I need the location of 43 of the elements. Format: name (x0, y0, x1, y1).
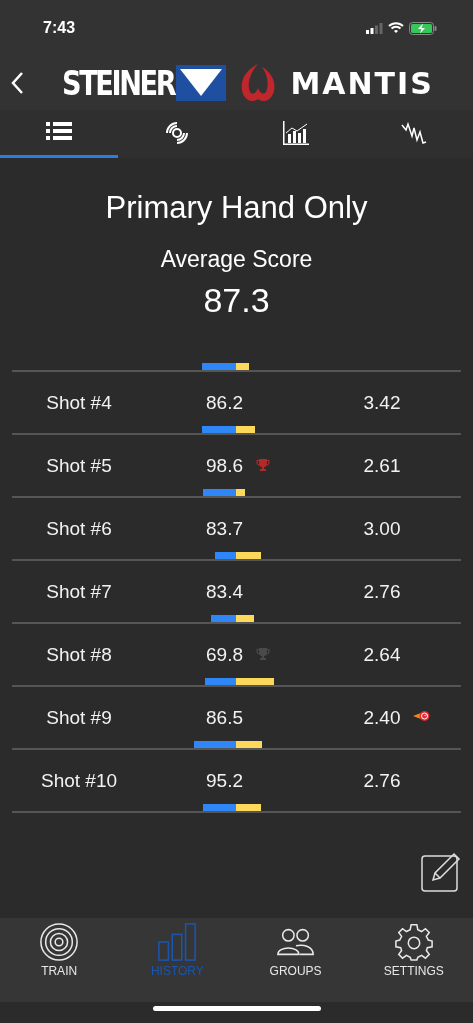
steiner-logo-icon (176, 65, 227, 101)
brand-name: STEINER (62, 63, 175, 103)
shot-name: Shot #8 (46, 644, 112, 666)
shot-name: Shot #5 (46, 455, 112, 477)
shot-time: 2.40 (363, 707, 401, 729)
back-icon[interactable] (10, 71, 24, 95)
trophy-icon (255, 647, 270, 661)
brand-name: MANTIS (290, 65, 434, 101)
shot-name: Shot #10 (40, 770, 118, 792)
shot-score: 98.6 (206, 455, 243, 477)
shot-score: 86.5 (206, 707, 243, 729)
shot-score: 95.2 (206, 770, 243, 792)
shot-time: 2.76 (363, 770, 401, 792)
fast-target-icon (413, 710, 431, 722)
target-icon (39, 922, 80, 962)
settings-icon (393, 922, 434, 962)
shot-time: 3.42 (363, 392, 401, 414)
status-time: 7:43 (43, 19, 76, 37)
nav-tab[interactable]: GROUPS (236, 922, 355, 1002)
average-label: Average Score (159, 246, 314, 273)
screen-title: Primary Hand Only (104, 190, 369, 226)
shot-score: 69.8 (206, 644, 243, 666)
shot-score: 83.7 (206, 518, 243, 540)
shot-time: 3.00 (363, 518, 401, 540)
shot-name: Shot #6 (46, 518, 112, 540)
chart-icon (280, 118, 311, 147)
bar-chart-icon (157, 922, 198, 962)
nav-tab[interactable]: TRAIN (0, 922, 119, 1002)
shot-name: Shot #9 (46, 707, 112, 729)
nav-tab[interactable]: SETTINGS (354, 922, 473, 1002)
wifi-icon (388, 22, 404, 34)
trophy-icon (255, 458, 270, 472)
shot-time: 2.64 (363, 644, 401, 666)
shot-score: 86.2 (206, 392, 243, 414)
shot-name: Shot #7 (46, 581, 112, 603)
shot-name: Shot #4 (46, 392, 112, 414)
shot-time: 2.61 (363, 455, 401, 477)
signal-icon (366, 22, 383, 34)
battery-icon (409, 21, 437, 35)
shot-score: 83.4 (206, 581, 243, 603)
edit-icon[interactable] (421, 852, 461, 892)
average-score: 87.3 (202, 281, 271, 320)
shot-time: 2.76 (363, 581, 401, 603)
